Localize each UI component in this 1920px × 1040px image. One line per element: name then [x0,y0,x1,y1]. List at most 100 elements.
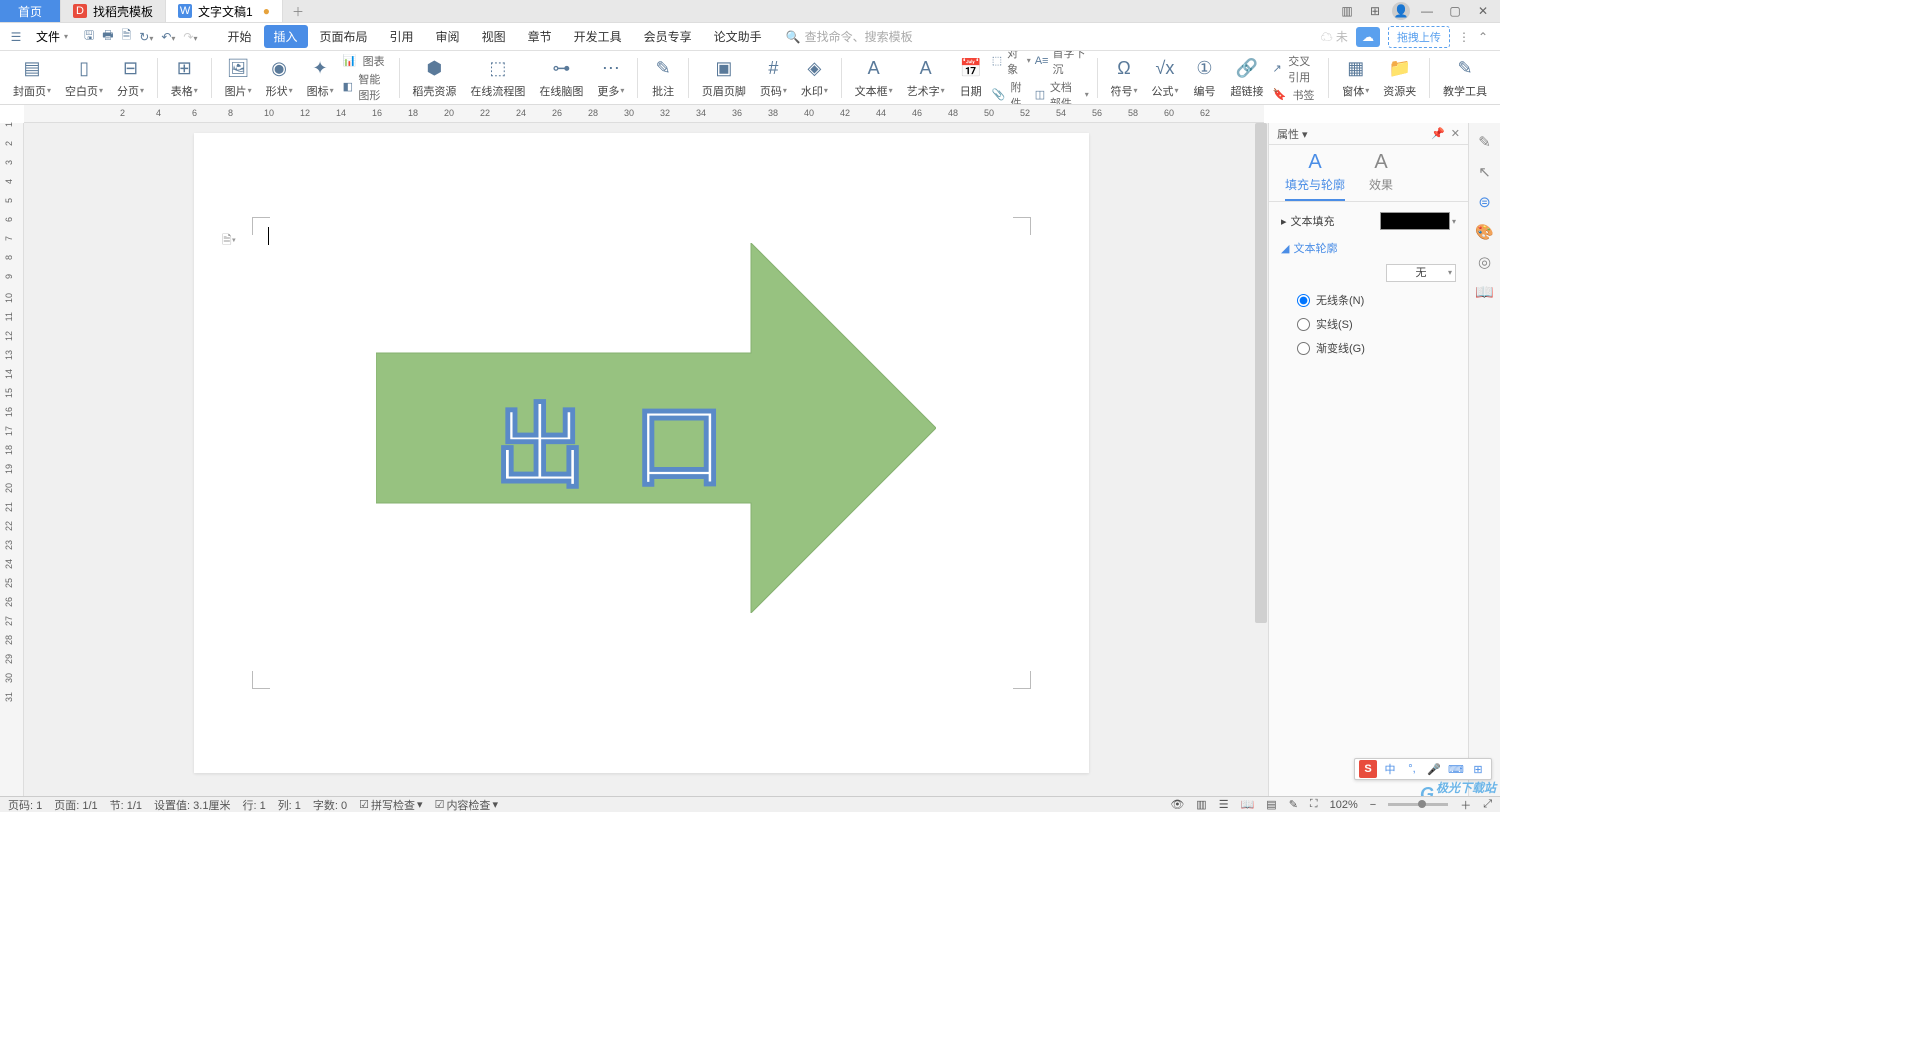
tab-fill-outline[interactable]: A填充与轮廓 [1285,151,1345,201]
fullscreen-icon[interactable]: ⤢ [1483,798,1492,811]
radio-no-line[interactable]: 无线条(N) [1297,292,1456,308]
vertical-scrollbar[interactable] [1254,123,1268,796]
spell-check-button[interactable]: ☑ 拼写检查 ▾ [359,797,422,813]
wordart-button[interactable]: A艺术字▾ [902,57,950,99]
view-outline-icon[interactable]: ☰ [1219,798,1229,811]
layout-icon[interactable]: ▥ [1336,3,1358,19]
status-position[interactable]: 设置值: 3.1厘米 [154,797,230,813]
edit-icon[interactable]: ✎ [1478,133,1491,151]
tab-reference[interactable]: 引用 [380,25,424,48]
attachment-button[interactable]: 📎附件 [992,79,1031,106]
blank-page-button[interactable]: ▯空白页▾ [60,57,108,99]
redo-icon[interactable]: ↷▾ [183,30,197,44]
tab-thesis[interactable]: 论文助手 [704,25,772,48]
view-draft-icon[interactable]: ✎ [1289,798,1298,811]
tab-start[interactable]: 开始 [217,25,261,48]
page-number-button[interactable]: #页码▾ [755,57,792,99]
refresh-icon[interactable]: ↻▾ [139,30,153,44]
view-web-icon[interactable]: ▤ [1266,798,1276,811]
view-eye-icon[interactable]: 👁 [1170,798,1184,811]
cloud-status-icon[interactable]: ☁ 未 [1321,28,1348,45]
radio-gradient-line[interactable]: 渐变线(G) [1297,340,1456,356]
ime-more-icon[interactable]: ⊞ [1469,760,1487,778]
tab-devtools[interactable]: 开发工具 [564,25,632,48]
horizontal-ruler[interactable]: /* ticks rendered minimally */ 246810121… [24,105,1264,123]
save-icon[interactable]: 🖫 [84,26,94,47]
numbering-button[interactable]: ①编号 [1187,57,1221,99]
tab-member[interactable]: 会员专享 [634,25,702,48]
close-panel-icon[interactable]: ✕ [1451,127,1460,140]
text-outline-section[interactable]: ◢ 文本轮廓 [1281,240,1456,256]
tab-pagelayout[interactable]: 页面布局 [310,25,378,48]
undo-icon[interactable]: ↶▾ [161,30,175,44]
symbol-button[interactable]: Ω符号▾ [1105,57,1142,99]
fit-width-icon[interactable]: ⛶ [1310,798,1318,811]
picture-button[interactable]: 🖼图片▾ [220,57,257,99]
text-fill-label[interactable]: ▸ 文本填充 [1281,213,1335,229]
ime-lang[interactable]: 中 [1381,760,1399,778]
status-words[interactable]: 字数: 0 [313,797,347,813]
tab-template[interactable]: D 找稻壳模板 [61,0,166,22]
fill-color-swatch[interactable] [1380,212,1450,230]
grid-icon[interactable]: ⊞ [1364,3,1386,19]
tab-view[interactable]: 视图 [472,25,516,48]
smartart-button[interactable]: ◧智能图形 [343,71,391,103]
cloud-sync-button[interactable]: ☁ [1356,27,1380,47]
status-col[interactable]: 列: 1 [278,797,301,813]
shapes-button[interactable]: ◉形状▾ [261,57,298,99]
ime-keyboard-icon[interactable]: ⌨ [1447,760,1465,778]
dropcap-button[interactable]: A≡首字下沉 [1035,51,1089,77]
close-button[interactable]: ✕ [1472,3,1494,19]
radio-solid-line[interactable]: 实线(S) [1297,316,1456,332]
target-icon[interactable]: ◎ [1478,253,1491,271]
book-icon[interactable]: 📖 [1475,283,1494,301]
table-button[interactable]: ⊞表格▾ [166,57,203,99]
icons-button[interactable]: ✦图标▾ [302,57,339,99]
more-button[interactable]: ⋯更多▾ [592,57,629,99]
command-search[interactable]: 🔍 查找命令、搜索模板 [786,28,913,45]
arrow-text[interactable]: 出 口 [494,373,737,506]
hyperlink-button[interactable]: 🔗超链接 [1225,57,1268,99]
status-page-of[interactable]: 页面: 1/1 [54,797,97,813]
form-button[interactable]: ▦窗体▾ [1337,57,1374,99]
minimize-button[interactable]: — [1416,3,1438,19]
view-read-icon[interactable]: 📖 [1241,798,1255,811]
new-tab-button[interactable]: ＋ [283,0,313,22]
comment-button[interactable]: ✎批注 [646,57,680,99]
app-menu-icon[interactable]: ☰ [6,27,26,47]
collapse-ribbon-icon[interactable]: ⌃ [1478,30,1488,44]
tab-home[interactable]: 首页 [0,0,61,22]
pin-icon[interactable]: 📌 [1431,127,1445,140]
select-icon[interactable]: ↖ [1478,163,1491,181]
tab-document[interactable]: W 文字文稿1 ● [166,0,283,22]
document-canvas[interactable]: 🗎▾ 出 口 [24,123,1268,796]
drag-upload-button[interactable]: 拖拽上传 [1388,26,1450,48]
maximize-button[interactable]: ▢ [1444,3,1466,19]
palette-icon[interactable]: 🎨 [1475,223,1494,241]
zoom-level[interactable]: 102% [1330,799,1358,811]
cover-page-button[interactable]: ▤封面页▾ [8,57,56,99]
date-button[interactable]: 📅日期 [954,57,988,99]
file-menu[interactable]: 文件 ▾ [30,28,74,45]
settings-icon[interactable]: ⊜ [1478,193,1491,211]
object-button[interactable]: ⬚对象▾ [992,51,1031,77]
paragraph-icon[interactable]: 🗎▾ [222,231,236,252]
tab-review[interactable]: 审阅 [426,25,470,48]
crossref-button[interactable]: ↗交叉引用 [1272,53,1320,85]
tab-section[interactable]: 章节 [518,25,562,48]
outline-style-select[interactable]: 无 [1386,264,1456,282]
user-icon[interactable]: 👤 [1392,2,1410,20]
watermark-button[interactable]: ◈水印▾ [796,57,833,99]
content-check-button[interactable]: ☑ 内容检查 ▾ [435,797,498,813]
docparts-button[interactable]: ◫文档部件▾ [1035,79,1089,106]
page[interactable]: 🗎▾ 出 口 [194,133,1089,773]
flowchart-button[interactable]: ⬚在线流程图 [465,57,530,99]
preview-icon[interactable]: 🗎 [122,26,132,47]
zoom-out-button[interactable]: − [1370,799,1376,811]
ime-bar[interactable]: S 中 °, 🎤 ⌨ ⊞ [1354,758,1492,780]
status-section[interactable]: 节: 1/1 [110,797,142,813]
chart-button[interactable]: 📊图表 [343,53,391,69]
status-row[interactable]: 行: 1 [242,797,265,813]
docer-button[interactable]: ⬢稻壳资源 [407,57,461,99]
zoom-slider[interactable] [1388,803,1448,806]
